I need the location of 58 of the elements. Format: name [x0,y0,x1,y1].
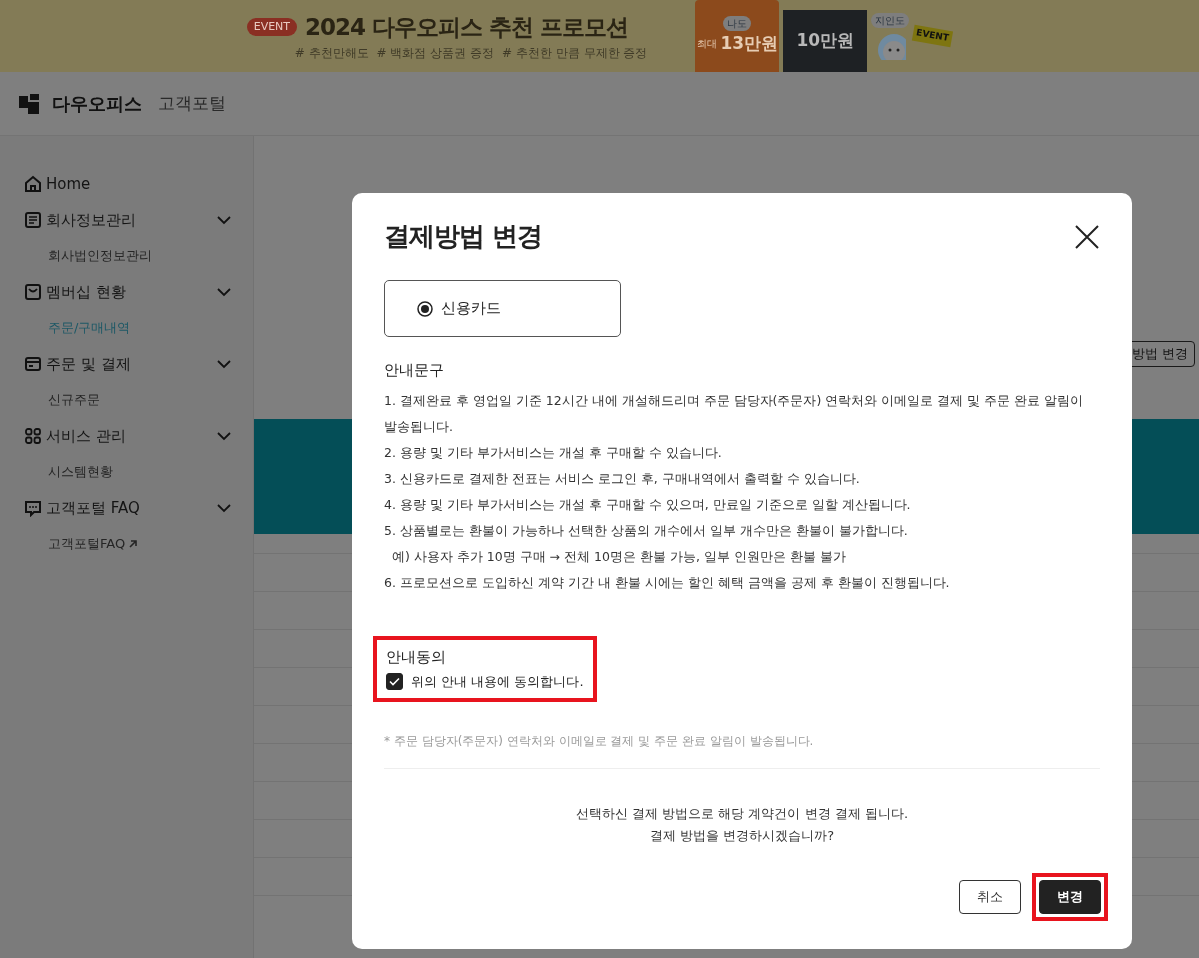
card-text: 최대 [696,37,717,51]
notice-text: 1. 결제완료 후 영업일 기준 12시간 내에 개설해드리며 주문 담당자(주문자) 연락처와 이메일로 결제 및 주문 완료 알림이 발송됩니다. [384,391,1085,436]
tag-label: 지인도 [871,12,910,28]
section-heading: 안내동의 [386,646,447,668]
grid-icon [24,427,42,445]
sidebar-item[interactable]: 멤버십 현황 [24,280,217,304]
event-badge: EVENT [246,17,298,37]
banner-title: 2024 다우오피스 추천 프로모션 [305,12,629,42]
card-amount: 13만원 [720,31,779,55]
chevron-down-icon [217,215,231,225]
agreement-checkbox[interactable]: 위의 안내 내용에 동의합니다. [386,672,584,692]
bag-icon [24,283,42,301]
notice-text: 예) 사용자 추가 10명 구매 → 전체 10명은 환불 가능, 일부 인원만은 환불 불가 [390,547,847,566]
event-sign: EVENT [912,25,954,47]
sidebar-subitem[interactable]: 시스템현황 [24,454,231,490]
brand-name: 다우오피스 [52,92,142,116]
check-icon [389,677,400,687]
sidebar-item[interactable]: 주문 및 결제 [24,352,217,376]
chevron-down-icon [217,503,231,513]
home-icon [24,175,42,193]
section-heading: 안내문구 [384,360,445,381]
notice-text: 5. 상품별로는 환불이 가능하나 선택한 상품의 개수에서 일부 개수만은 환불이 불가합니다. [384,521,909,540]
chevron-down-icon [217,359,231,369]
tag-label: 나도 [723,15,752,31]
sidebar-subitem[interactable]: 고객포털FAQ [24,526,231,562]
sidebar-item[interactable]: 고객포털 FAQ [24,496,217,520]
document-icon [24,211,42,229]
sidebar-subitem[interactable]: 신규주문 [24,382,231,418]
chevron-down-icon [217,431,231,441]
external-link-icon [128,539,139,549]
notice-text: 4. 용량 및 기타 부가서비스는 개설 후 구매할 수 있으며, 만료일 기준으로 일할 계산됩니다. [384,495,912,514]
sidebar-item[interactable]: 서비스 관리 [24,424,217,448]
close-button[interactable] [1074,223,1100,250]
payment-option[interactable]: 신용카드 [384,280,621,337]
confirm-button[interactable]: 변경 [1039,879,1101,914]
chat-icon [24,499,42,517]
banner-hashtag: # 추천만해도 [294,45,369,63]
promo-banner[interactable]: EVENT 2024 다우오피스 추천 프로모션 # 추천만해도 # 백화점 상품권 증정 # 추천한 만큼 무제한 증정 나도 최대 13만원 10만원 지인도 EVENT [0,0,1199,72]
cancel-button[interactable]: 취소 [959,879,1021,914]
sidebar-subitem[interactable]: 회사법인정보관리 [24,238,231,274]
card-amount: 10만원 [796,29,855,53]
sidebar-item[interactable]: Home [24,172,231,196]
notice-text: 3. 신용카드로 결제한 전표는 서비스 로그인 후, 구매내역에서 출력할 수 있습니다. [384,469,861,488]
portal-name: 고객포털 [158,91,226,115]
checkbox[interactable] [386,673,403,691]
close-icon [1074,223,1100,250]
confirm-text: 결제 방법을 변경하시겠습니까? [648,826,836,845]
footnote-text: * 주문 담당자(주문자) 연락처와 이메일로 결제 및 주문 완료 알림이 발송됩니다. [384,732,815,750]
sidebar-item[interactable]: 회사정보관리 [24,208,217,232]
banner-hashtag: # 추천한 만큼 무제한 증정 [502,45,648,63]
chevron-down-icon [217,287,231,297]
radio-button[interactable] [417,300,433,317]
notice-text: 2. 용량 및 기타 부가서비스는 개설 후 구매할 수 있습니다. [384,443,723,462]
banner-hashtag: # 백화점 상품권 증정 [376,45,495,63]
dialog-title: 결제방법 변경 [384,220,543,253]
card-icon [24,355,42,373]
confirm-text: 선택하신 결제 방법으로 해당 계약건이 변경 결제 됩니다. [574,804,910,823]
notice-text: 6. 프로모션으로 도입하신 계약 기간 내 환불 시에는 할인 혜택 금액을 공제 후 환불이 진행됩니다. [384,573,951,592]
